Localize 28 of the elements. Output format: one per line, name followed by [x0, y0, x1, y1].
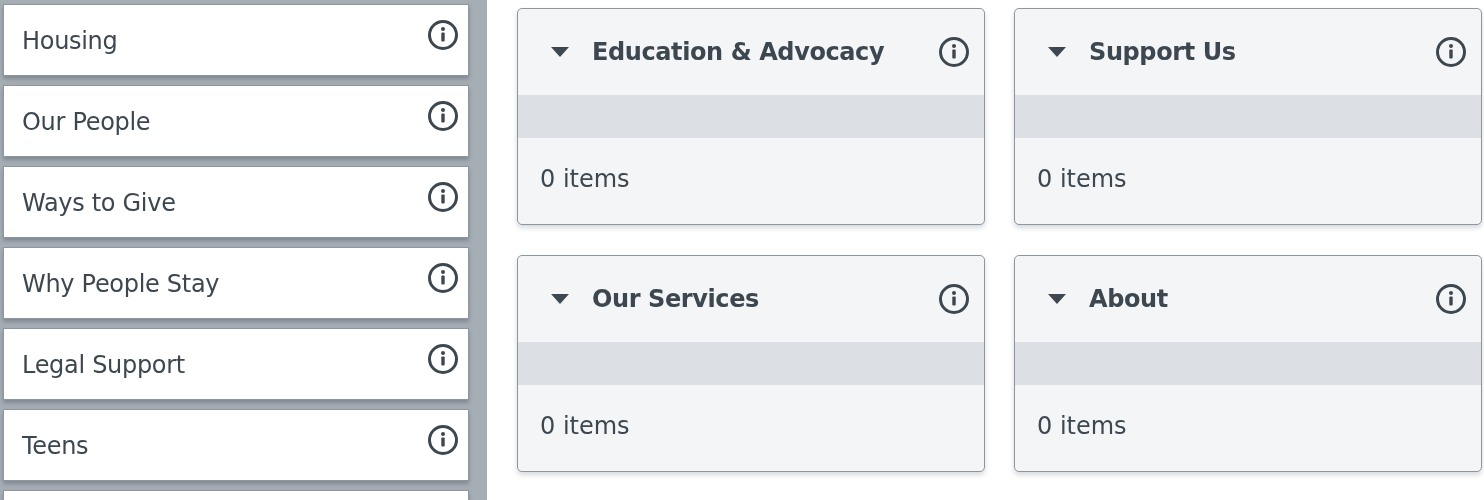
- item-count: 0 items: [540, 165, 630, 193]
- info-icon[interactable]: [427, 424, 459, 456]
- sidebar-item[interactable]: Housing: [3, 4, 469, 76]
- caret-icon[interactable]: [1047, 293, 1067, 305]
- info-icon[interactable]: [938, 283, 970, 315]
- section-title: About: [1089, 285, 1169, 313]
- info-icon[interactable]: [427, 181, 459, 213]
- info-icon[interactable]: [1435, 36, 1467, 68]
- caret-icon[interactable]: [550, 46, 570, 58]
- section-title: Education & Advocacy: [592, 38, 886, 66]
- sidebar-item[interactable]: Legal Support: [3, 328, 469, 400]
- info-icon[interactable]: [938, 36, 970, 68]
- section-title: Support Us: [1089, 38, 1237, 66]
- item-count: 0 items: [1037, 165, 1127, 193]
- caret-icon[interactable]: [550, 293, 570, 305]
- info-icon[interactable]: [427, 100, 459, 132]
- sidebar-item[interactable]: Ways to Give: [3, 166, 469, 238]
- info-icon[interactable]: [1435, 283, 1467, 315]
- caret-icon[interactable]: [1047, 46, 1067, 58]
- info-icon[interactable]: [427, 19, 459, 51]
- sidebar-item[interactable]: Our People: [3, 85, 469, 157]
- section-title: Our Services: [592, 285, 760, 313]
- info-icon[interactable]: [427, 343, 459, 375]
- item-count: 0 items: [540, 412, 630, 440]
- sidebar-item[interactable]: Teens: [3, 409, 469, 481]
- sidebar-item[interactable]: Why People Stay: [3, 247, 469, 319]
- info-icon[interactable]: [427, 262, 459, 294]
- item-count: 0 items: [1037, 412, 1127, 440]
